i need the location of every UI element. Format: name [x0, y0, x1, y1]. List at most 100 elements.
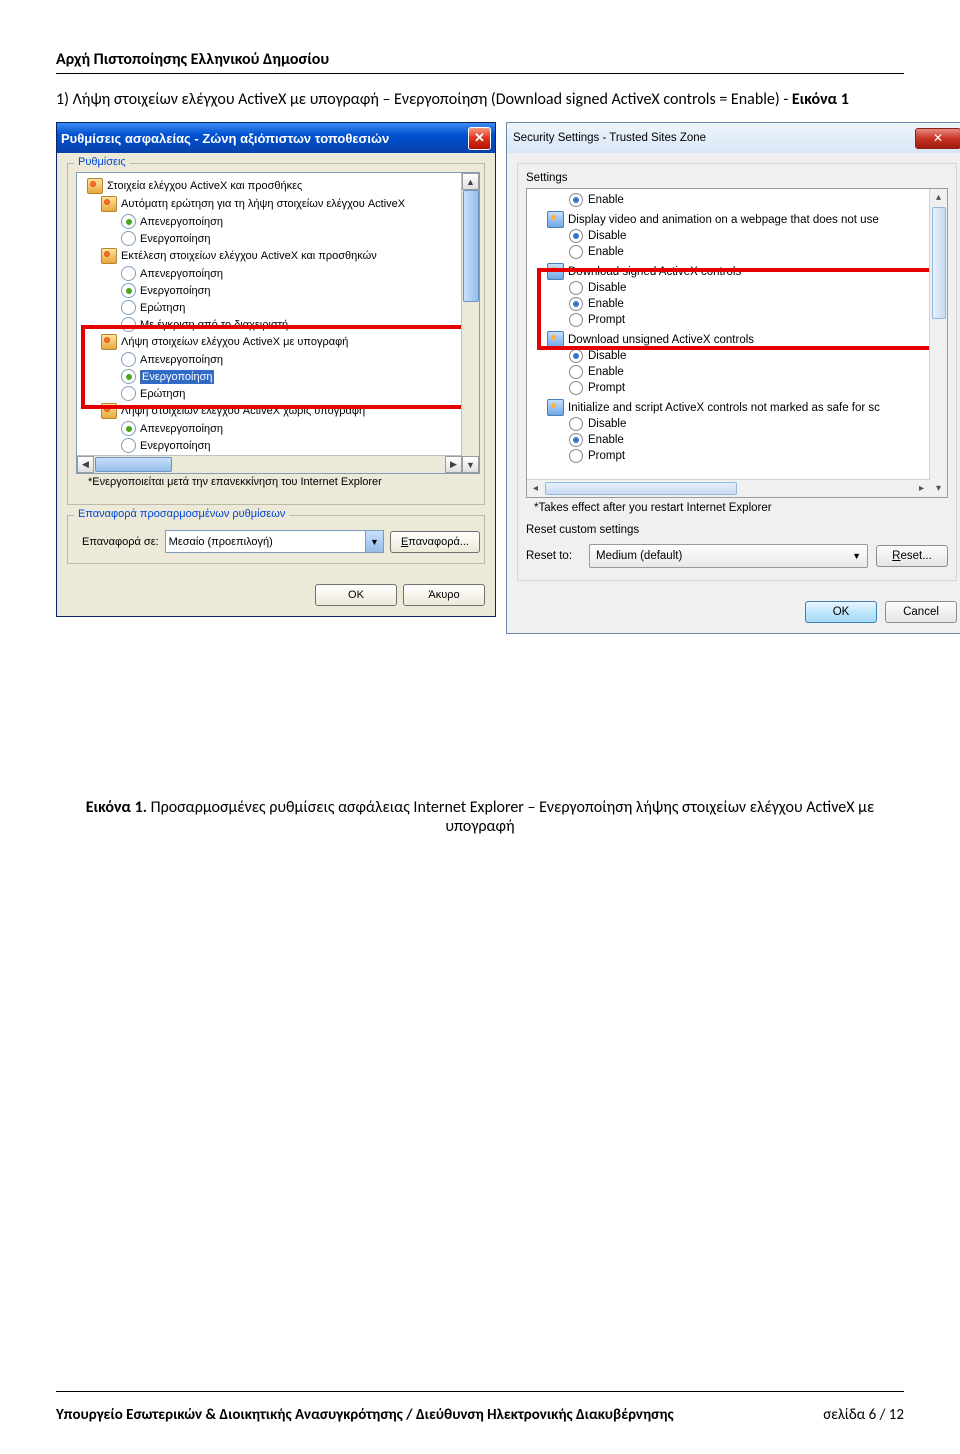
category-item: Αυτόματη ερώτηση για τη λήψη στοιχείων ε…: [79, 195, 477, 213]
scroll-down-icon[interactable]: ▾: [931, 481, 946, 496]
option-radio[interactable]: Ενεργοποίηση: [79, 368, 477, 385]
option-radio[interactable]: Απενεργοποίηση: [79, 213, 477, 230]
titlebar[interactable]: Ρυθμίσεις ασφαλείας - Ζώνη αξιόπιστων το…: [57, 123, 495, 153]
category-item: Λήψη στοιχείων ελέγχου ActiveX με υπογρα…: [79, 333, 477, 351]
scroll-thumb[interactable]: [95, 457, 172, 472]
option-radio[interactable]: Enable: [529, 193, 945, 209]
option-radio[interactable]: Με έγκριση από το διαχειριστή: [79, 316, 477, 333]
option-radio[interactable]: Ενεργοποίηση: [79, 230, 477, 247]
reset-button[interactable]: Επαναφορά...: [390, 531, 480, 553]
activex-icon: [87, 178, 103, 194]
paragraph-figref: Εικόνα 1: [792, 90, 849, 109]
figure-caption: Εικόνα 1. Προσαρμοσμένες ρυθμίσεις ασφάλ…: [56, 798, 904, 836]
scroll-left-icon[interactable]: ◂: [528, 481, 543, 496]
radio-icon: [569, 281, 583, 295]
radio-icon: [121, 266, 136, 281]
scrollbar-horizontal[interactable]: ◀▶: [77, 455, 462, 473]
scroll-right-icon[interactable]: ▸: [914, 481, 929, 496]
option-radio[interactable]: Disable: [529, 281, 945, 297]
scroll-thumb[interactable]: [463, 190, 479, 302]
option-radio[interactable]: Ερώτηση: [79, 385, 477, 402]
option-label: Απενεργοποίηση: [140, 216, 223, 228]
option-label: Enable: [588, 298, 624, 310]
ok-button[interactable]: OK: [805, 601, 877, 623]
category-label: Αυτόματη ερώτηση για τη λήψη στοιχείων ε…: [121, 198, 405, 210]
activex-icon: [101, 248, 117, 264]
footer-page: σελίδα 6 / 12: [823, 1406, 904, 1424]
option-radio[interactable]: Disable: [529, 229, 945, 245]
activex-icon: [547, 211, 564, 228]
restart-note: *Takes effect after you restart Internet…: [526, 498, 948, 522]
settings-group: Ρυθμίσεις Στοιχεία ελέγχου ActiveX και π…: [67, 163, 485, 505]
option-label: Enable: [588, 434, 624, 446]
settings-listbox[interactable]: Στοιχεία ελέγχου ActiveX και προσθήκες Α…: [76, 172, 480, 474]
option-label: Ενεργοποίηση: [140, 440, 210, 452]
option-radio[interactable]: Απενεργοποίηση: [79, 420, 477, 437]
close-icon[interactable]: ✕: [468, 127, 491, 150]
cancel-button[interactable]: Cancel: [885, 601, 957, 623]
option-label: Disable: [588, 230, 626, 242]
caption-text: Προσαρμοσμένες ρυθμίσεις ασφάλειας Inter…: [147, 798, 874, 836]
radio-icon: [569, 433, 583, 447]
option-label: Με έγκριση από το διαχειριστή: [140, 319, 288, 331]
scroll-up-icon[interactable]: ▴: [931, 190, 946, 205]
reset-group-label: Reset custom settings: [526, 522, 948, 540]
close-icon[interactable]: ✕: [915, 128, 960, 149]
option-label: Ενεργοποίηση: [140, 285, 210, 297]
settings-tree: Enable Display video and animation on a …: [527, 189, 947, 485]
option-radio[interactable]: Disable: [529, 349, 945, 365]
option-radio[interactable]: Prompt: [529, 313, 945, 329]
ok-button[interactable]: OK: [315, 584, 397, 606]
settings-tree: Στοιχεία ελέγχου ActiveX και προσθήκες Α…: [77, 173, 479, 474]
scroll-thumb[interactable]: [545, 482, 737, 495]
option-radio[interactable]: Απενεργοποίηση: [79, 265, 477, 282]
option-label: Disable: [588, 350, 626, 362]
scroll-left-icon[interactable]: ◀: [77, 456, 94, 473]
scroll-thumb[interactable]: [932, 207, 946, 319]
option-radio[interactable]: Enable: [529, 433, 945, 449]
option-radio[interactable]: Απενεργοποίηση: [79, 351, 477, 368]
option-label: Disable: [588, 418, 626, 430]
scroll-right-icon[interactable]: ▶: [445, 456, 462, 473]
titlebar[interactable]: Security Settings - Trusted Sites Zone ✕: [507, 123, 960, 153]
category-label: Initialize and script ActiveX controls n…: [568, 402, 880, 414]
option-radio[interactable]: Prompt: [529, 381, 945, 397]
option-label: Απενεργοποίηση: [140, 268, 223, 280]
dialog-title: Security Settings - Trusted Sites Zone: [513, 132, 706, 144]
reset-button[interactable]: Reset...: [876, 545, 948, 567]
scroll-up-icon[interactable]: ▲: [462, 173, 479, 190]
settings-listbox[interactable]: Enable Display video and animation on a …: [526, 188, 948, 498]
activex-icon: [101, 196, 117, 212]
option-radio[interactable]: Ερώτηση: [79, 299, 477, 316]
category-label: Download signed ActiveX controls: [568, 266, 741, 278]
option-radio[interactable]: Enable: [529, 297, 945, 313]
radio-icon: [569, 349, 583, 363]
option-label: Enable: [588, 194, 624, 206]
scrollbar-vertical[interactable]: ▴▾: [929, 189, 947, 497]
option-radio[interactable]: Prompt: [529, 449, 945, 465]
option-radio[interactable]: Ενεργοποίηση: [79, 437, 477, 454]
category-label: Λήψη στοιχείων ελέγχου ActiveX με υπογρα…: [121, 336, 348, 348]
radio-icon: [121, 300, 136, 315]
reset-combo[interactable]: Medium (default) ▼: [589, 544, 868, 568]
radio-icon: [121, 386, 136, 401]
category-label: Εκτέλεση στοιχείων ελέγχου ActiveX και π…: [121, 250, 377, 262]
option-label: Disable: [588, 282, 626, 294]
option-radio[interactable]: Enable: [529, 365, 945, 381]
scrollbar-horizontal[interactable]: ◂▸: [527, 479, 930, 497]
option-radio[interactable]: Enable: [529, 245, 945, 261]
reset-combo[interactable]: Μεσαίο (προεπιλογή)▼: [165, 530, 384, 553]
reset-group: Επαναφορά προσαρμοσμένων ρυθμίσεων Επανα…: [67, 515, 485, 564]
restart-note: *Ενεργοποιείται μετά την επανεκκίνηση το…: [76, 474, 480, 494]
combo-value: Medium (default): [596, 550, 682, 562]
cancel-button[interactable]: Άκυρο: [403, 584, 485, 606]
scroll-down-icon[interactable]: ▼: [462, 456, 479, 473]
scrollbar-vertical[interactable]: ▲▼: [461, 173, 479, 473]
option-radio[interactable]: Ενεργοποίηση: [79, 282, 477, 299]
chevron-down-icon: ▼: [852, 551, 861, 561]
reset-to-label: Επαναφορά σε:: [82, 536, 159, 548]
paragraph: 1) Λήψη στοιχείων ελέγχου ActiveX με υπο…: [56, 88, 904, 112]
caption-lead: Εικόνα 1.: [86, 798, 147, 817]
option-radio[interactable]: Disable: [529, 417, 945, 433]
activex-icon: [547, 399, 564, 416]
